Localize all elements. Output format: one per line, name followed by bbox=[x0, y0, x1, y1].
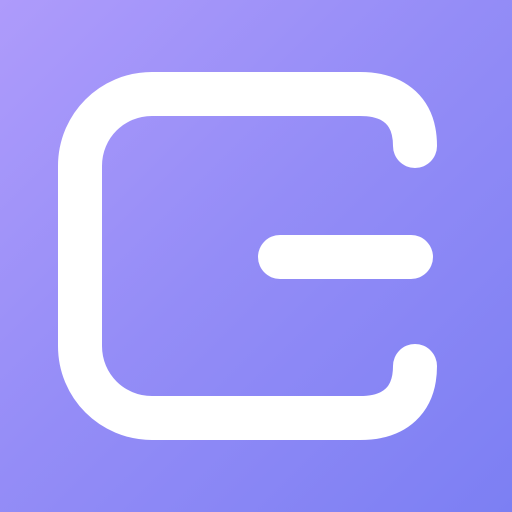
logo-mark-icon bbox=[58, 72, 437, 440]
app-icon bbox=[0, 0, 512, 512]
